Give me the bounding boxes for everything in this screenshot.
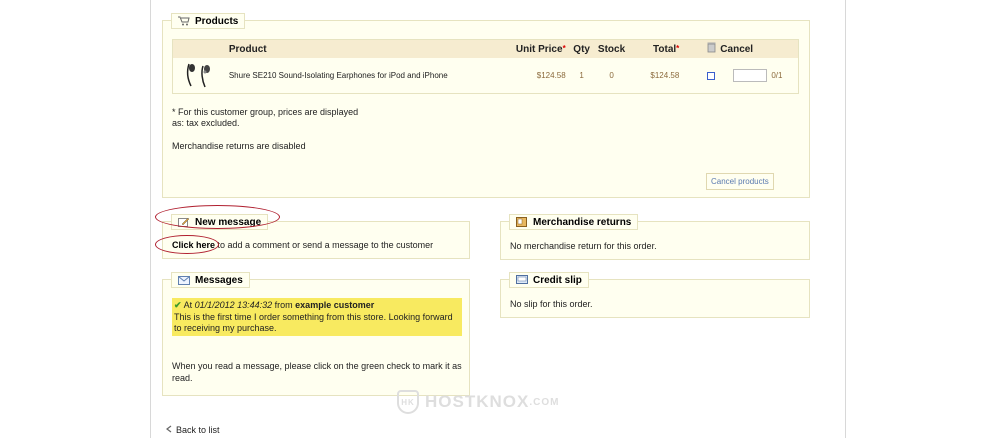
stock-value: 0 (609, 71, 614, 80)
total-value: $124.58 (650, 71, 680, 80)
products-legend-label: Products (195, 15, 239, 27)
highlight-ellipse-click-here (155, 235, 219, 254)
slip-icon (516, 275, 528, 285)
package-icon (516, 217, 528, 227)
credit-slip-legend-label: Credit slip (533, 274, 582, 286)
earphones-image (173, 60, 229, 92)
credit-slip-fieldset: Credit slip No slip for this order. (500, 272, 810, 318)
products-legend: Products (171, 13, 246, 29)
merchandise-returns-legend: Merchandise returns (509, 214, 639, 230)
credit-slip-text: No slip for this order. (510, 299, 593, 309)
message-header: ✔ At 01/1/2012 13:44:32 from example cus… (174, 300, 375, 310)
message-date: 01/1/2012 13:44:32 (194, 300, 273, 310)
cancel-products-button[interactable]: Cancel products (706, 173, 774, 190)
table-row: Shure SE210 Sound-Isolating Earphones fo… (173, 58, 798, 93)
hostknox-logo-icon: HK (397, 390, 419, 414)
unit-price: $124.58 (536, 71, 566, 80)
product-name: Shure SE210 Sound-Isolating Earphones fo… (228, 71, 448, 80)
page-container: Products Product Unit Price* Qty Stock T… (150, 0, 846, 438)
header-stock: Stock (597, 43, 626, 55)
back-to-list-link[interactable]: Back to list (165, 425, 220, 435)
messages-fieldset: Messages ✔ At 01/1/2012 13:44:32 from ex… (162, 272, 470, 396)
header-cancel: Cancel (679, 42, 798, 56)
cancel-count: 0/1 (771, 71, 783, 80)
messages-hint: When you read a message, please click on… (172, 361, 462, 383)
merchandise-returns-legend-label: Merchandise returns (533, 216, 632, 228)
qty-value: 1 (579, 71, 584, 80)
envelope-icon (178, 275, 190, 285)
header-unit-price: Unit Price* (515, 43, 566, 55)
products-table: Product Unit Price* Qty Stock Total* Can… (172, 39, 799, 94)
cancel-quantity-input[interactable] (733, 69, 768, 82)
returns-disabled-note: Merchandise returns are disabled (172, 141, 306, 151)
cancel-checkbox[interactable] (707, 71, 716, 80)
message-body: This is the first time I order something… (174, 312, 453, 333)
cart-icon (178, 16, 190, 26)
header-qty: Qty (573, 43, 590, 55)
credit-slip-legend: Credit slip (509, 272, 589, 288)
merchandise-returns-fieldset: Merchandise returns No merchandise retur… (500, 214, 810, 260)
trash-icon (707, 42, 716, 56)
arrow-left-icon (165, 425, 173, 435)
merchandise-returns-text: No merchandise return for this order. (510, 241, 657, 251)
mark-read-check-icon[interactable]: ✔ (174, 300, 182, 310)
products-fieldset: Products Product Unit Price* Qty Stock T… (162, 13, 810, 198)
header-total: Total* (653, 43, 680, 55)
messages-legend: Messages (171, 272, 250, 288)
header-product: Product (228, 43, 267, 55)
messages-legend-label: Messages (195, 274, 243, 286)
tax-note: * For this customer group, prices are di… (172, 107, 359, 128)
hostknox-watermark: HK HOSTKNOX .COM (397, 390, 559, 414)
message-author: example customer (295, 300, 375, 310)
message-item: ✔ At 01/1/2012 13:44:32 from example cus… (172, 298, 462, 336)
highlight-ellipse-new-message (155, 205, 280, 229)
table-header: Product Unit Price* Qty Stock Total* Can… (173, 40, 798, 58)
